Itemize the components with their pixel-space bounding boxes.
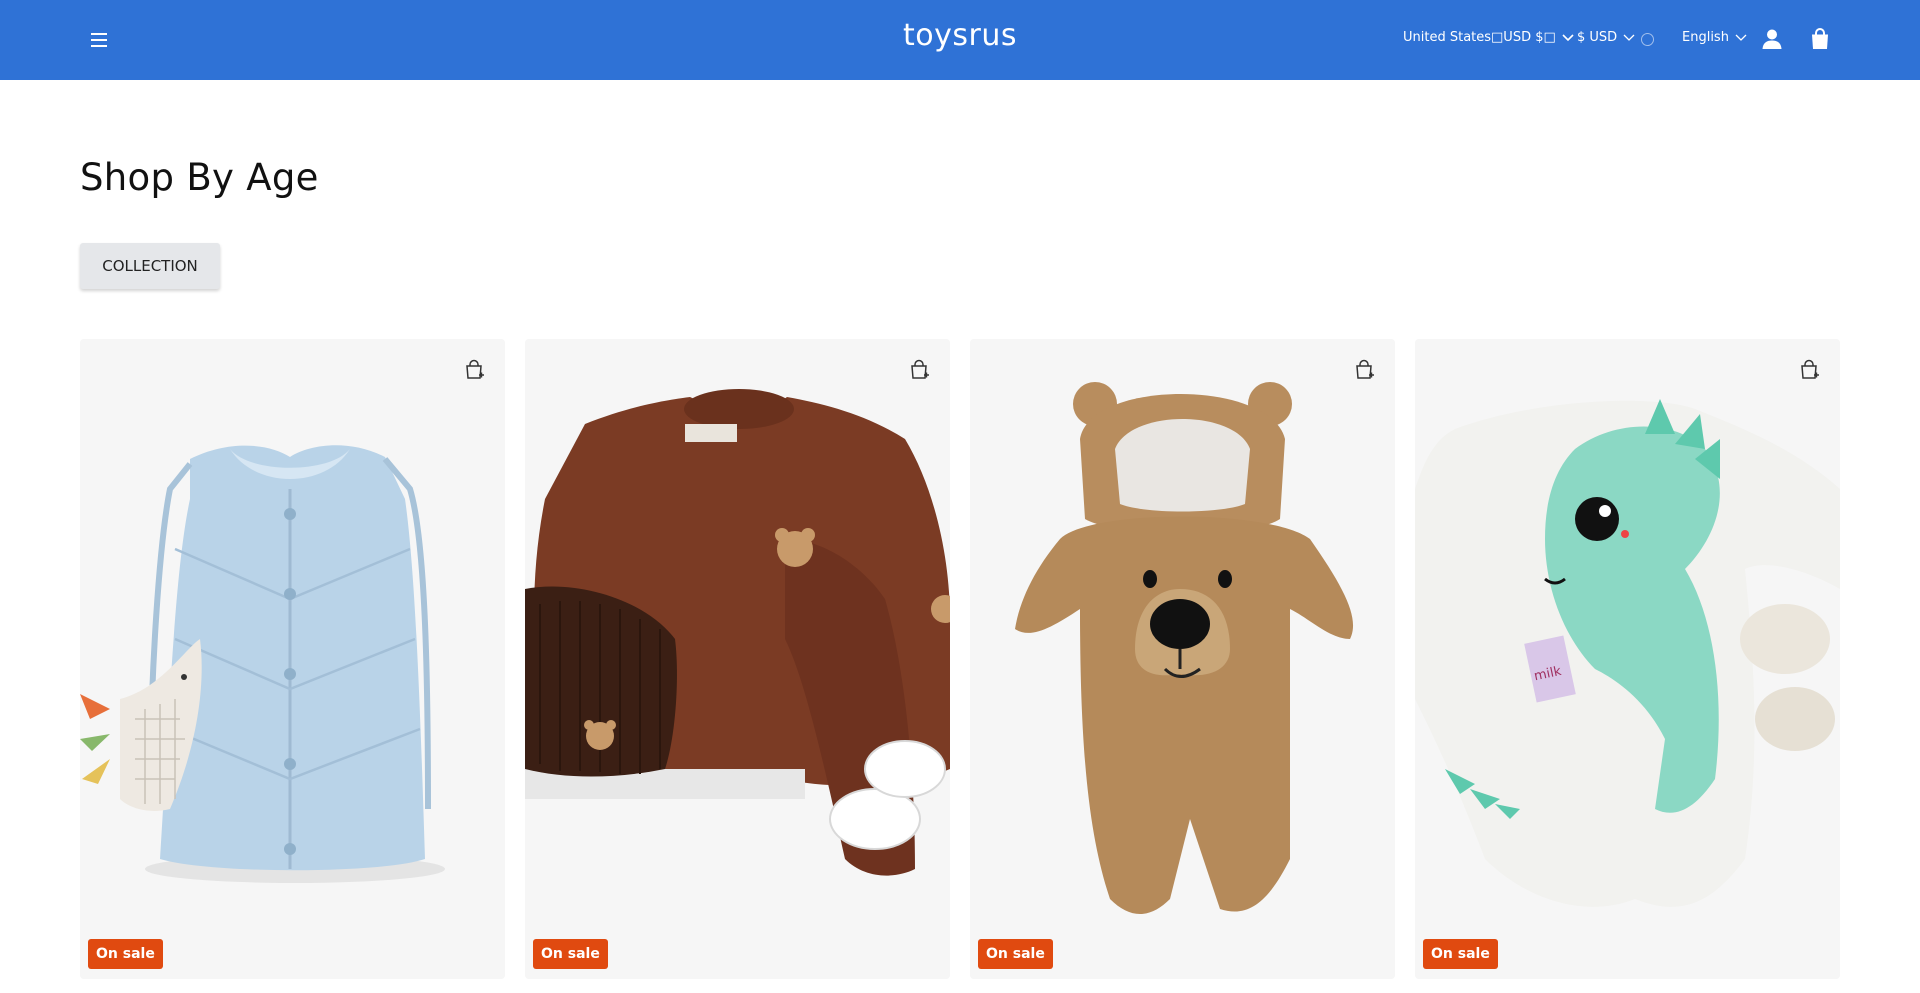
currency-selector[interactable]: $ USD (1577, 30, 1635, 45)
product-image-sweatshirt-set (525, 339, 950, 979)
product-image-bear-romper (970, 339, 1395, 979)
product-card[interactable]: milk On sale (1415, 339, 1840, 979)
chevron-down-icon (1562, 33, 1574, 41)
product-image-dino-romper: milk (1415, 339, 1840, 979)
country-selector-label: United States□USD $□ (1403, 30, 1556, 45)
logo-text: toysrus (903, 18, 1017, 53)
product-grid: On sale On sale On sale milk On sale (80, 339, 1840, 979)
language-selector[interactable]: English (1682, 30, 1747, 45)
country-selector[interactable]: United States□USD $□ (1403, 30, 1574, 45)
site-header: toysrus United States□USD $□ $ USD Engli… (0, 0, 1920, 80)
quick-add-cart-icon[interactable] (1353, 359, 1375, 381)
currency-selector-label: $ USD (1577, 30, 1618, 45)
chevron-down-icon (1735, 34, 1747, 41)
sale-badge: On sale (1423, 939, 1498, 969)
cart-icon[interactable] (1808, 27, 1832, 51)
collection-button[interactable]: COLLECTION (80, 243, 220, 289)
page-title: Shop By Age (80, 156, 319, 199)
sale-badge: On sale (533, 939, 608, 969)
sale-badge: On sale (978, 939, 1053, 969)
product-image-vest (80, 339, 505, 979)
info-icon (1641, 33, 1654, 46)
sale-badge: On sale (88, 939, 163, 969)
quick-add-cart-icon[interactable] (463, 359, 485, 381)
product-card[interactable]: On sale (80, 339, 505, 979)
product-card[interactable]: On sale (970, 339, 1395, 979)
quick-add-cart-icon[interactable] (908, 359, 930, 381)
account-icon[interactable] (1760, 27, 1784, 51)
language-selector-label: English (1682, 30, 1729, 45)
chevron-down-icon (1623, 34, 1635, 41)
quick-add-cart-icon[interactable] (1798, 359, 1820, 381)
product-card[interactable]: On sale (525, 339, 950, 979)
